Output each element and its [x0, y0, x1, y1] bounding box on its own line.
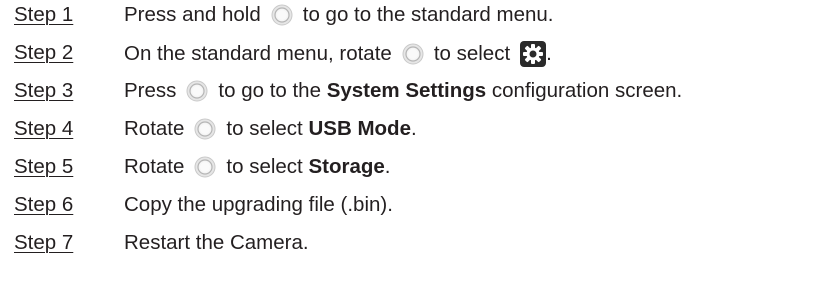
step-5-after-b: .	[384, 155, 391, 178]
step-4-bold: USB Mode	[308, 117, 411, 140]
dial-button-icon	[271, 4, 293, 26]
step-4-before: Rotate	[124, 117, 185, 140]
step-4: Step 4 Rotate to select USB Mode .	[0, 114, 839, 152]
dial-button-icon	[194, 156, 216, 178]
step-1-before: Press and hold	[124, 3, 261, 26]
step-6-label[interactable]: Step 6	[14, 193, 73, 217]
step-2: Step 2 On the standard menu, rotate to s…	[0, 38, 839, 76]
step-2-before: On the standard menu, rotate	[124, 42, 392, 65]
step-5-before: Rotate	[124, 155, 185, 178]
step-5-bold: Storage	[308, 155, 385, 178]
step-4-text: Rotate to select USB Mode .	[124, 117, 417, 141]
step-5-label[interactable]: Step 5	[14, 155, 73, 179]
step-3-before: Press	[124, 79, 177, 102]
step-5: Step 5 Rotate to select Storage .	[0, 152, 839, 190]
step-5-text: Rotate to select Storage .	[124, 155, 391, 179]
step-2-after: .	[546, 42, 552, 65]
step-2-label[interactable]: Step 2	[14, 41, 73, 65]
dial-button-icon	[186, 80, 208, 102]
step-1: Step 1 Press and hold to go to the stand…	[0, 0, 839, 38]
step-3-text: Press to go to the System Settings confi…	[124, 79, 682, 103]
step-4-after-b: .	[410, 117, 417, 140]
step-6: Step 6 Copy the upgrading file (.bin).	[0, 190, 839, 228]
step-3-after-b: configuration screen.	[491, 79, 683, 102]
step-1-text: Press and hold to go to the standard men…	[124, 3, 554, 27]
step-2-middle: to select	[433, 42, 511, 65]
step-5-after-a: to select	[226, 155, 303, 178]
step-7-label[interactable]: Step 7	[14, 231, 73, 255]
step-1-label[interactable]: Step 1	[14, 3, 73, 27]
step-7: Step 7 Restart the Camera.	[0, 228, 839, 266]
step-3-label[interactable]: Step 3	[14, 79, 73, 103]
step-4-after-a: to select	[226, 117, 303, 140]
step-6-text: Copy the upgrading file (.bin).	[124, 193, 393, 216]
step-3-bold: System Settings	[326, 79, 487, 102]
dial-button-icon	[194, 118, 216, 140]
step-7-text: Restart the Camera.	[124, 231, 309, 254]
step-4-label[interactable]: Step 4	[14, 117, 73, 141]
step-2-text: On the standard menu, rotate to select .	[124, 41, 552, 67]
step-3-after-a: to go to the	[218, 79, 321, 102]
settings-gear-icon	[520, 41, 547, 67]
step-1-after: to go to the standard menu.	[302, 3, 554, 26]
step-3: Step 3 Press to go to the System Setting…	[0, 76, 839, 114]
dial-button-icon	[402, 43, 424, 65]
